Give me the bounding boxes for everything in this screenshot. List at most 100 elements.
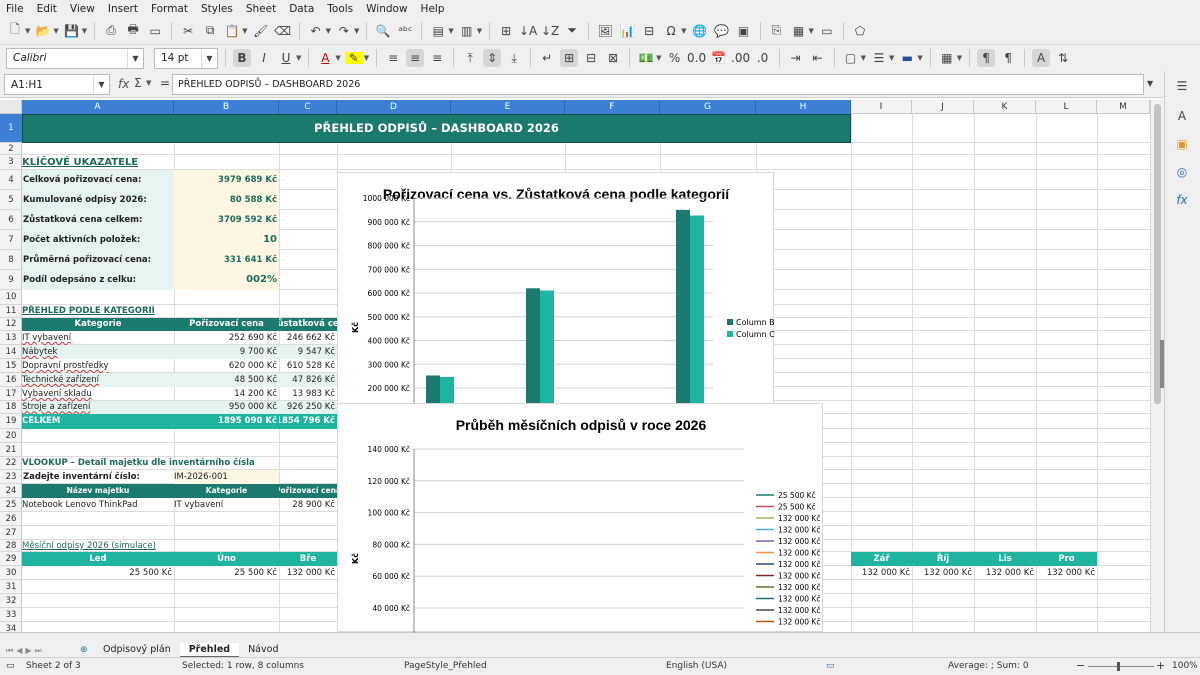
month-value[interactable]: 132 000 Kč: [974, 566, 1036, 580]
name-box[interactable]: A1:H1 ▼: [4, 74, 110, 95]
column-header-A[interactable]: A: [22, 100, 174, 114]
delete-decimal-icon[interactable]: .0: [754, 49, 772, 67]
row-header-31[interactable]: 31: [0, 580, 22, 594]
last-sheet-icon[interactable]: ⏭: [35, 646, 42, 657]
select-all-corner[interactable]: [0, 100, 22, 114]
zoom-level[interactable]: 100%: [1172, 661, 1198, 671]
menu-window[interactable]: Window: [366, 3, 407, 15]
row-header-29[interactable]: 29: [0, 552, 22, 566]
vertical-scrollbar[interactable]: [1150, 100, 1165, 632]
row-header-6[interactable]: 6: [0, 210, 22, 230]
sum-icon[interactable]: Σ: [134, 76, 142, 90]
column-header-D[interactable]: D: [337, 100, 451, 114]
category-name[interactable]: Dopravní prostředky: [22, 359, 174, 373]
functions-icon[interactable]: fx: [1173, 191, 1191, 209]
autofilter-icon[interactable]: ⊞: [497, 22, 515, 40]
month-header[interactable]: Říj: [912, 552, 974, 566]
filter-icon[interactable]: ⏷: [563, 22, 581, 40]
align-center-icon[interactable]: ≡: [406, 49, 425, 67]
menu-view[interactable]: View: [70, 3, 95, 15]
kpi-value[interactable]: 80 588 Kč: [174, 190, 279, 210]
menu-help[interactable]: Help: [421, 3, 445, 15]
find-replace-icon[interactable]: 🔍: [374, 22, 392, 40]
menu-file[interactable]: File: [6, 3, 24, 15]
row-header-32[interactable]: 32: [0, 594, 22, 608]
new-document-icon[interactable]: 🗋: [6, 22, 24, 40]
text-direction-rtl-icon[interactable]: ¶: [999, 49, 1017, 67]
formula-equals-icon[interactable]: =: [160, 76, 170, 90]
zoom-in-icon[interactable]: +: [1156, 659, 1165, 672]
category-cost[interactable]: 9 700 Kč: [174, 345, 279, 359]
kpi-value[interactable]: 331 641 Kč: [174, 250, 279, 270]
font-color-icon[interactable]: A: [316, 49, 334, 67]
row-header-15[interactable]: 15: [0, 359, 22, 373]
page-style[interactable]: PageStyle_Přehled: [404, 661, 487, 671]
category-header-rest[interactable]: ůstatková ce: [279, 318, 337, 331]
border-style-icon[interactable]: ☰: [870, 49, 888, 67]
vlookup-input[interactable]: IM-2026-001: [174, 470, 279, 484]
clone-formatting-icon[interactable]: 🖌: [252, 22, 270, 40]
month-value[interactable]: 132 000 Kč: [912, 566, 974, 580]
show-draw-functions-icon[interactable]: ⬠: [851, 22, 869, 40]
zoom-slider-handle[interactable]: [1117, 662, 1120, 671]
category-rest[interactable]: 246 662 Kč: [279, 331, 337, 345]
row-header-12[interactable]: 12: [0, 318, 22, 331]
wrap-text-icon[interactable]: ↵: [538, 49, 556, 67]
date-format-icon[interactable]: 📅: [710, 49, 728, 67]
freeze-rows-icon[interactable]: ▦: [790, 22, 808, 40]
column-header-B[interactable]: B: [174, 100, 279, 114]
row-header-22[interactable]: 22: [0, 457, 22, 470]
currency-format-icon[interactable]: 💵: [637, 49, 655, 67]
category-name[interactable]: Technické zařízení: [22, 373, 174, 387]
column-header-L[interactable]: L: [1036, 100, 1097, 114]
font-size-box[interactable]: 14 pt ▼: [154, 47, 218, 69]
menu-styles[interactable]: Styles: [201, 3, 233, 15]
percent-format-icon[interactable]: %: [666, 49, 684, 67]
category-section-title[interactable]: PŘEHLED PODLE KATEGORIÍ: [22, 305, 279, 318]
navigator-icon[interactable]: ◎: [1173, 163, 1191, 181]
column-header-I[interactable]: I: [851, 100, 912, 114]
row-header-20[interactable]: 20: [0, 429, 22, 443]
kpi-label[interactable]: Zůstatková cena celkem:: [22, 210, 174, 230]
row-header-14[interactable]: 14: [0, 345, 22, 359]
kpi-label[interactable]: Podíl odepsáno z celku:: [22, 270, 174, 290]
function-wizard-icon[interactable]: fx: [118, 77, 129, 91]
row-header-23[interactable]: 23: [0, 470, 22, 484]
merge-center-icon[interactable]: ⊞: [560, 49, 579, 67]
next-sheet-icon[interactable]: ▶: [25, 646, 31, 657]
border-color-icon[interactable]: ▬: [898, 49, 916, 67]
underline-icon[interactable]: U: [277, 49, 295, 67]
monthly-section-title[interactable]: Měsíční odpisy 2026 (simulace): [22, 540, 279, 552]
increase-indent-icon[interactable]: ⇥: [787, 49, 805, 67]
bar-chart-card[interactable]: Pořizovací cena vs. Zůstatková cena podl…: [337, 172, 775, 405]
category-rest[interactable]: 47 826 Kč: [279, 373, 337, 387]
category-name[interactable]: IT vybavení: [22, 331, 174, 345]
bold-icon[interactable]: B: [233, 49, 251, 67]
insert-image-icon[interactable]: 🖼: [596, 22, 614, 40]
sheet-tab[interactable]: Odpisový plán: [94, 643, 180, 658]
row-header-11[interactable]: 11: [0, 305, 22, 318]
row-header-7[interactable]: 7: [0, 230, 22, 250]
export-pdf-icon[interactable]: ⎙: [102, 22, 120, 40]
month-value[interactable]: 25 500 Kč: [22, 566, 174, 580]
total-cost[interactable]: 1895 090 Kč: [174, 414, 279, 429]
font-name-box[interactable]: Calibri ▼: [6, 47, 144, 69]
row-header-13[interactable]: 13: [0, 331, 22, 345]
first-sheet-icon[interactable]: ⏮: [6, 646, 13, 657]
sheet-tab[interactable]: Přehled: [179, 643, 240, 658]
text-direction-ltr-icon[interactable]: ¶: [977, 49, 996, 67]
kpi-value[interactable]: 3979 689 Kč: [174, 170, 279, 190]
special-character-icon[interactable]: Ω: [662, 22, 680, 40]
month-value[interactable]: 132 000 Kč: [1036, 566, 1097, 580]
row-header-2[interactable]: 2: [0, 143, 22, 155]
sheet-tab[interactable]: Návod: [239, 643, 287, 658]
open-folder-icon[interactable]: 📂: [34, 22, 52, 40]
add-decimal-icon[interactable]: .00: [731, 49, 750, 67]
kpi-label[interactable]: Kumulované odpisy 2026:: [22, 190, 174, 210]
print-preview-icon[interactable]: ▭: [146, 22, 164, 40]
add-sheet-icon[interactable]: ⊕: [80, 645, 88, 655]
merge-cells-icon[interactable]: ⊠: [604, 49, 622, 67]
category-name[interactable]: Stroje a zařízení: [22, 401, 174, 414]
chevron-down-icon[interactable]: ▼: [146, 79, 151, 87]
menu-insert[interactable]: Insert: [108, 3, 138, 15]
